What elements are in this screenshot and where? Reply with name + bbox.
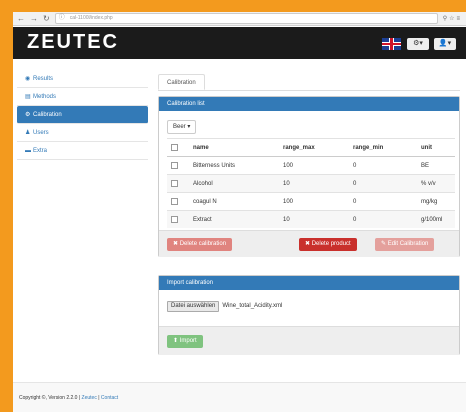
chevron-down-icon: ▾: [419, 40, 423, 47]
cell-unit: g/100ml: [417, 210, 455, 228]
panel-title: Calibration list: [159, 97, 459, 111]
sidebar-item-results[interactable]: ◉ Results: [17, 70, 148, 88]
bookmark-icon: ▬: [25, 148, 31, 154]
button-label: Delete calibration: [179, 241, 227, 247]
panel-body: Beer ▾ name range_max range_min unit Bit…: [159, 111, 459, 230]
table-row[interactable]: coagul N 100 0 mg/kg: [167, 192, 455, 211]
cell-range-max: 100: [279, 192, 349, 211]
cell-name: coagul N: [189, 192, 279, 211]
cell-range-max: 10: [279, 210, 349, 228]
back-icon[interactable]: ←: [17, 14, 25, 23]
delete-calibration-button[interactable]: ✖ Delete calibration: [167, 238, 233, 251]
cell-range-min: 0: [349, 192, 417, 211]
uk-flag-icon[interactable]: [382, 38, 401, 50]
choose-file-button[interactable]: Datei auswählen: [167, 301, 220, 312]
delete-product-button[interactable]: ✖ Delete product: [299, 238, 357, 251]
user-dropdown-button[interactable]: 👤▾: [434, 38, 456, 50]
cell-range-min: 0: [349, 156, 417, 175]
select-all-checkbox[interactable]: [167, 138, 189, 157]
sidebar-item-calibration[interactable]: ⚙ Calibration: [17, 106, 148, 124]
sidebar-item-methods[interactable]: ▤ Methods: [17, 88, 148, 106]
table-header-row: name range_max range_min unit: [167, 138, 455, 157]
browser-window: ← → ↻ ⓘ cal-1100l/index.php ⚲☆≡ ZEUTEC ⚙…: [13, 12, 466, 412]
reload-icon[interactable]: ↻: [43, 14, 50, 23]
app-header: ZEUTEC ⚙▾ 👤▾: [13, 27, 466, 59]
forward-icon[interactable]: →: [30, 14, 38, 23]
column-header[interactable]: unit: [417, 138, 455, 157]
button-label: Delete product: [311, 241, 351, 247]
main-content: Calibration Calibration list Beer ▾ name…: [158, 74, 460, 355]
browser-tools-icons[interactable]: ⚲☆≡: [443, 15, 462, 22]
upload-icon: ⬆: [173, 338, 179, 344]
sidebar: ◉ Results ▤ Methods ⚙ Calibration ♟ Users ▬ E…: [17, 70, 148, 160]
gear-icon: ⚙: [25, 112, 31, 118]
sidebar-item-users[interactable]: ♟ Users: [17, 124, 148, 142]
button-label: Import: [179, 338, 197, 344]
calibration-table: name range_max range_min unit Bitterness…: [167, 138, 455, 228]
sidebar-item-label: Users: [33, 130, 49, 136]
row-checkbox[interactable]: [167, 156, 189, 175]
user-icon: 👤: [438, 40, 448, 47]
calibration-actions-bar: ✖ Delete calibration ✖ Delete product ✎ …: [159, 230, 459, 257]
list-icon: ▤: [25, 94, 31, 100]
import-button[interactable]: ⬆ Import: [167, 335, 203, 348]
address-bar[interactable]: ⓘ cal-1100l/index.php: [54, 13, 438, 24]
close-icon: ✖: [173, 241, 179, 247]
settings-dropdown-button[interactable]: ⚙▾: [407, 38, 429, 50]
cell-range-min: 0: [349, 210, 417, 228]
address-text: cal-1100l/index.php: [69, 15, 113, 21]
import-actions-bar: ⬆ Import: [159, 326, 459, 355]
panel-body: Datei auswählen Wine_total_Acidity.xml: [159, 290, 459, 326]
cell-name: Alcohol: [189, 174, 279, 193]
page-footer: Copyright ©, Version 2.2.0 | Zeutec | Co…: [13, 382, 466, 412]
copyright-text: Copyright ©, Version 2.2.0 |: [19, 395, 81, 401]
sidebar-item-label: Calibration: [33, 112, 62, 118]
contact-link[interactable]: Contact: [101, 395, 118, 401]
cell-unit: BE: [417, 156, 455, 175]
row-checkbox[interactable]: [167, 192, 189, 211]
edit-calibration-button[interactable]: ✎ Edit Calibration: [375, 238, 435, 251]
circle-icon: ◉: [25, 76, 31, 82]
sidebar-item-extra[interactable]: ▬ Extra: [17, 142, 148, 160]
cell-range-min: 0: [349, 174, 417, 193]
cell-unit: mg/kg: [417, 192, 455, 211]
browser-toolbar: ← → ↻ ⓘ cal-1100l/index.php ⚲☆≡: [13, 12, 466, 26]
footer-separator: |: [98, 395, 100, 401]
row-checkbox[interactable]: [167, 210, 189, 228]
chevron-down-icon: ▾: [187, 124, 191, 130]
logo: ZEUTEC: [27, 31, 119, 53]
row-checkbox[interactable]: [167, 174, 189, 193]
import-calibration-panel: Import calibration Datei auswählen Wine_t…: [158, 275, 460, 355]
table-row[interactable]: Extract 10 0 g/100ml: [167, 210, 455, 228]
cell-range-max: 100: [279, 156, 349, 175]
panel-title: Import calibration: [159, 276, 459, 290]
user-icon: ♟: [25, 130, 31, 136]
cell-name: Extract: [189, 210, 279, 228]
file-name: Wine_total_Acidity.xml: [222, 303, 283, 309]
product-select[interactable]: Beer ▾: [167, 120, 197, 134]
product-select-value: Beer: [173, 124, 186, 130]
file-input[interactable]: Datei auswählen Wine_total_Acidity.xml: [167, 301, 282, 312]
close-icon: ✖: [305, 241, 311, 247]
sidebar-item-label: Methods: [33, 94, 57, 100]
cell-name: Bitterness Units: [189, 156, 279, 175]
zeutec-link[interactable]: Zeutec: [82, 395, 97, 401]
sidebar-item-label: Results: [33, 76, 54, 82]
tab-calibration[interactable]: Calibration: [158, 74, 205, 90]
cell-range-max: 10: [279, 174, 349, 193]
column-header[interactable]: name: [189, 138, 279, 157]
chevron-down-icon: ▾: [447, 40, 452, 47]
column-header[interactable]: range_min: [349, 138, 417, 157]
button-label: Edit Calibration: [387, 241, 429, 247]
sidebar-item-label: Extra: [33, 148, 48, 154]
edit-icon: ✎: [381, 241, 387, 247]
tab-bar: Calibration: [158, 74, 460, 91]
cell-unit: % v/v: [417, 174, 455, 193]
table-row[interactable]: Alcohol 10 0 % v/v: [167, 174, 455, 193]
table-row[interactable]: Bitterness Units 100 0 BE: [167, 156, 455, 175]
calibration-list-panel: Calibration list Beer ▾ name range_max r…: [158, 96, 460, 257]
column-header[interactable]: range_max: [279, 138, 349, 157]
info-icon: ⓘ: [58, 15, 65, 21]
